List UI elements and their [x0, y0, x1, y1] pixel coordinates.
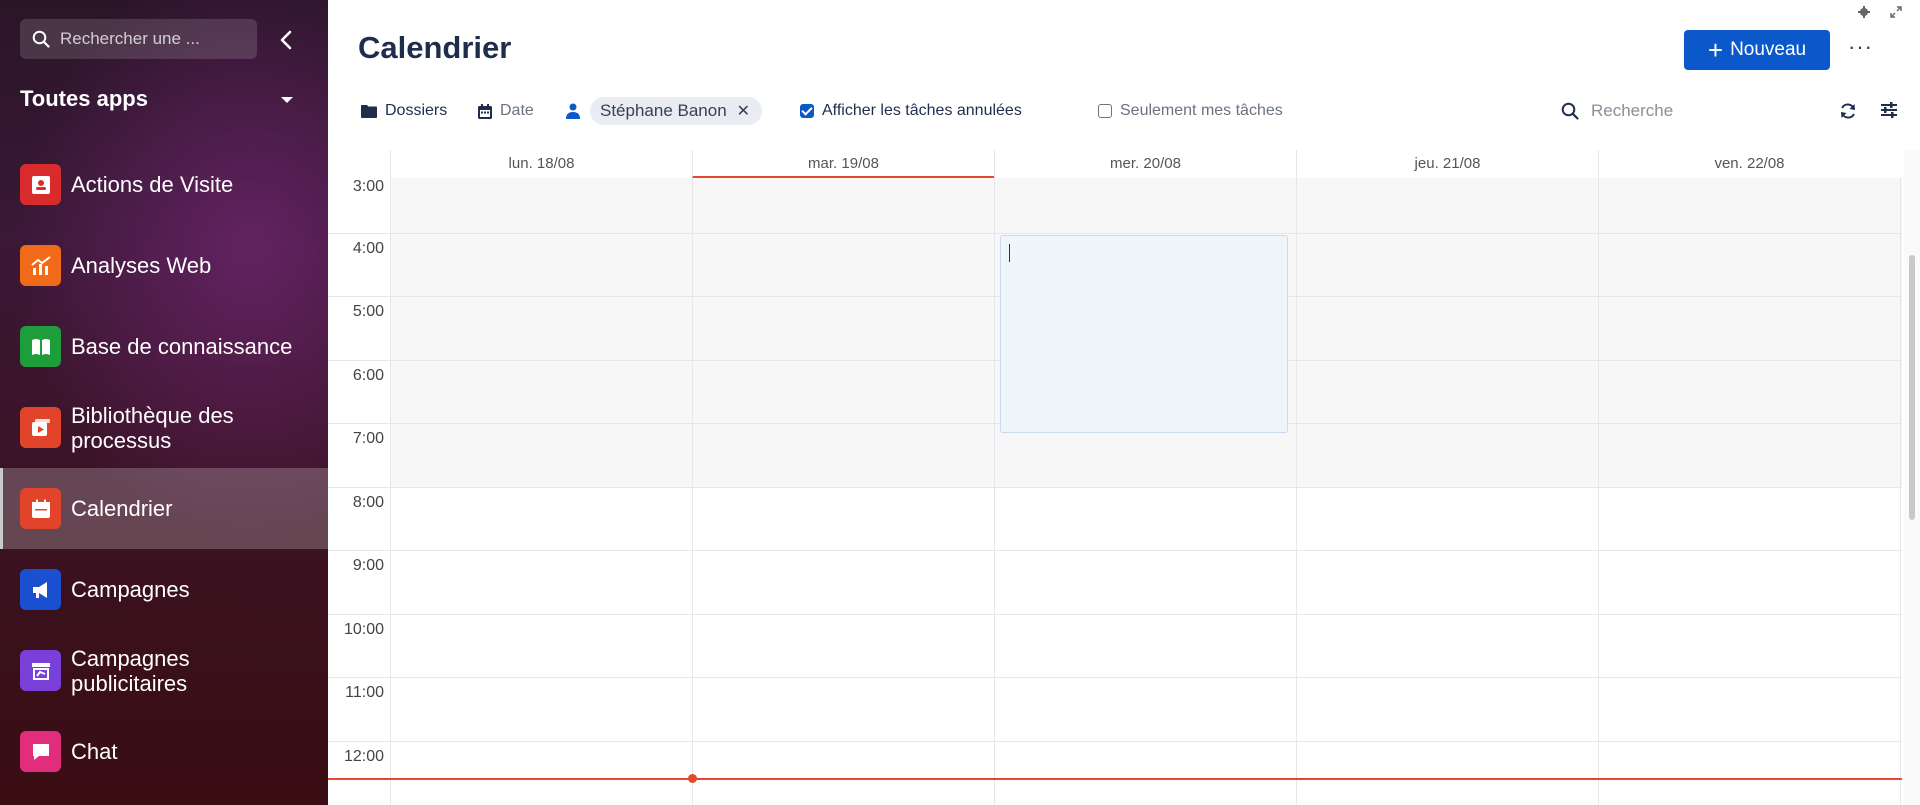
calendar-icon — [20, 488, 61, 529]
day-column-line — [1900, 178, 1901, 805]
calendar-small-icon — [478, 103, 492, 119]
day-header-1[interactable]: mar. 19/08 — [692, 150, 994, 178]
calendar-grid[interactable]: 3:00 4:00 5:00 6:00 7:00 8:00 9:00 10:00 11:00 12… — [328, 178, 1902, 805]
new-button-label: Nouveau — [1730, 39, 1807, 60]
current-time-line — [328, 777, 1902, 780]
hour-label: 9:00 — [352, 557, 384, 574]
sidebar-item-calendrier[interactable]: Calendrier — [0, 468, 328, 549]
new-button[interactable]: + Nouveau — [1684, 30, 1830, 70]
page-title: Calendrier — [358, 30, 512, 65]
sidebar: Toutes apps Actions de Visite Analyses W… — [0, 0, 328, 805]
hour-label: 3:00 — [352, 178, 384, 195]
more-options-button[interactable]: ··· — [1848, 34, 1873, 60]
remove-chip-close-icon[interactable]: ✕ — [737, 101, 750, 121]
filter-folders[interactable]: Dossiers — [361, 96, 447, 126]
filter-date-label: Date — [500, 102, 534, 119]
sidebar-item-actions-de-visite[interactable]: Actions de Visite — [0, 144, 328, 225]
hour-line — [328, 740, 1902, 742]
toggle-show-cancelled[interactable]: Afficher les tâches annulées — [800, 96, 1022, 126]
hour-label: 7:00 — [352, 430, 384, 447]
hour-label: 10:00 — [343, 620, 384, 638]
text-caret — [1009, 243, 1010, 262]
sidebar-item-label: Base de connaissance — [71, 334, 293, 359]
day-column-line — [692, 178, 693, 805]
sliders-icon[interactable] — [1880, 101, 1898, 119]
filter-bar: Dossiers Date Stéphane Banon ✕ Afficher … — [358, 96, 1898, 126]
hour-line — [328, 486, 1902, 488]
knowledge-book-icon — [20, 326, 61, 367]
hour-label: 12:00 — [343, 747, 384, 765]
calendar-scrollbar[interactable] — [1904, 150, 1920, 805]
hour-label: 4:00 — [352, 239, 384, 257]
sidebar-item-label: Campagnes publicitaires — [71, 645, 190, 696]
show-cancelled-label: Afficher les tâches annulées — [822, 102, 1022, 119]
hour-label: 6:00 — [352, 366, 384, 384]
sidebar-item-label: Chat — [71, 739, 118, 764]
sidebar-item-base-de-connaissance[interactable]: Base de connaissance — [0, 306, 328, 387]
sidebar-item-bibliotheque-des-processus[interactable]: Bibliothèque des processus — [0, 387, 328, 468]
plus-icon: + — [1707, 35, 1724, 65]
ad-campaign-icon — [20, 650, 61, 691]
search-icon — [1561, 102, 1579, 120]
hour-label: 11:00 — [345, 684, 384, 701]
hour-line — [328, 232, 1902, 234]
scrollbar-thumb[interactable] — [1909, 255, 1915, 520]
hour-line — [328, 613, 1902, 615]
apps-dropdown-caret-icon[interactable] — [281, 97, 293, 103]
visit-actions-icon — [20, 164, 61, 205]
sidebar-item-label: Actions de Visite — [71, 172, 234, 197]
sidebar-item-label: Analyses Web — [71, 253, 212, 278]
gear-icon[interactable] — [1858, 6, 1870, 18]
day-column-line — [1598, 178, 1599, 805]
sidebar-item-chat[interactable]: Chat — [0, 711, 328, 792]
user-filter-chip[interactable]: Stéphane Banon ✕ — [590, 97, 763, 125]
day-header-2[interactable]: mer. 20/08 — [994, 150, 1296, 178]
current-time-dot — [688, 774, 697, 784]
refresh-icon[interactable] — [1838, 101, 1858, 121]
sidebar-item-campagnes-publicitaires[interactable]: Campagnes publicitaires — [0, 630, 328, 711]
user-icon — [566, 103, 580, 119]
day-header-4[interactable]: ven. 22/08 — [1598, 150, 1900, 178]
folder-icon — [361, 105, 377, 118]
search-icon — [32, 30, 50, 48]
day-header-0[interactable]: lun. 18/08 — [390, 150, 692, 178]
calendar-search-input[interactable] — [1591, 101, 1731, 121]
sidebar-item-label: Calendrier — [71, 496, 173, 521]
sidebar-item-label: Bibliothèque des processus — [71, 402, 234, 453]
day-column-line — [1296, 178, 1297, 805]
day-header-3[interactable]: jeu. 21/08 — [1296, 150, 1598, 178]
web-analytics-icon — [20, 245, 61, 286]
only-mine-label: Seulement mes tâches — [1120, 102, 1283, 119]
collapse-sidebar-chevron-icon[interactable] — [276, 28, 296, 52]
hour-label: 5:00 — [352, 303, 384, 320]
hour-label: 8:00 — [352, 493, 384, 511]
filter-folders-label: Dossiers — [385, 102, 448, 119]
calendar-week-view: lun. 18/08 mar. 19/08 mer. 20/08 jeu. 21/08… — [328, 150, 1902, 805]
calendar-day-header: lun. 18/08 mar. 19/08 mer. 20/08 jeu. 21/08… — [328, 150, 1902, 178]
main-content: Calendrier + Nouveau ··· Dossiers Date S… — [328, 0, 1920, 805]
filter-date[interactable]: Date — [478, 96, 534, 126]
sidebar-item-campagnes[interactable]: Campagnes — [0, 549, 328, 630]
sidebar-item-label: Campagnes — [71, 577, 190, 602]
app-search-box[interactable] — [20, 19, 257, 59]
show-cancelled-checkbox[interactable] — [800, 104, 814, 118]
toggle-only-mine[interactable]: Seulement mes tâches — [1098, 96, 1283, 126]
day-column-line — [390, 178, 391, 805]
app-list: Actions de Visite Analyses Web Base de c… — [0, 144, 328, 792]
time-range-selection[interactable] — [1000, 234, 1288, 433]
off-hours-band — [390, 178, 1902, 233]
app-search-input[interactable] — [60, 29, 240, 49]
hour-line — [328, 677, 1902, 678]
sidebar-item-analyses-web[interactable]: Analyses Web — [0, 225, 328, 306]
expand-icon[interactable] — [1890, 6, 1902, 18]
hour-line — [328, 550, 1902, 551]
apps-title[interactable]: Toutes apps — [20, 86, 148, 112]
user-chip-label: Stéphane Banon — [600, 101, 727, 120]
calendar-search[interactable] — [1561, 96, 1731, 126]
only-mine-checkbox[interactable] — [1098, 104, 1112, 118]
megaphone-icon — [20, 569, 61, 610]
process-library-icon — [20, 407, 61, 448]
day-column-line — [994, 178, 995, 805]
chat-icon — [20, 731, 61, 772]
